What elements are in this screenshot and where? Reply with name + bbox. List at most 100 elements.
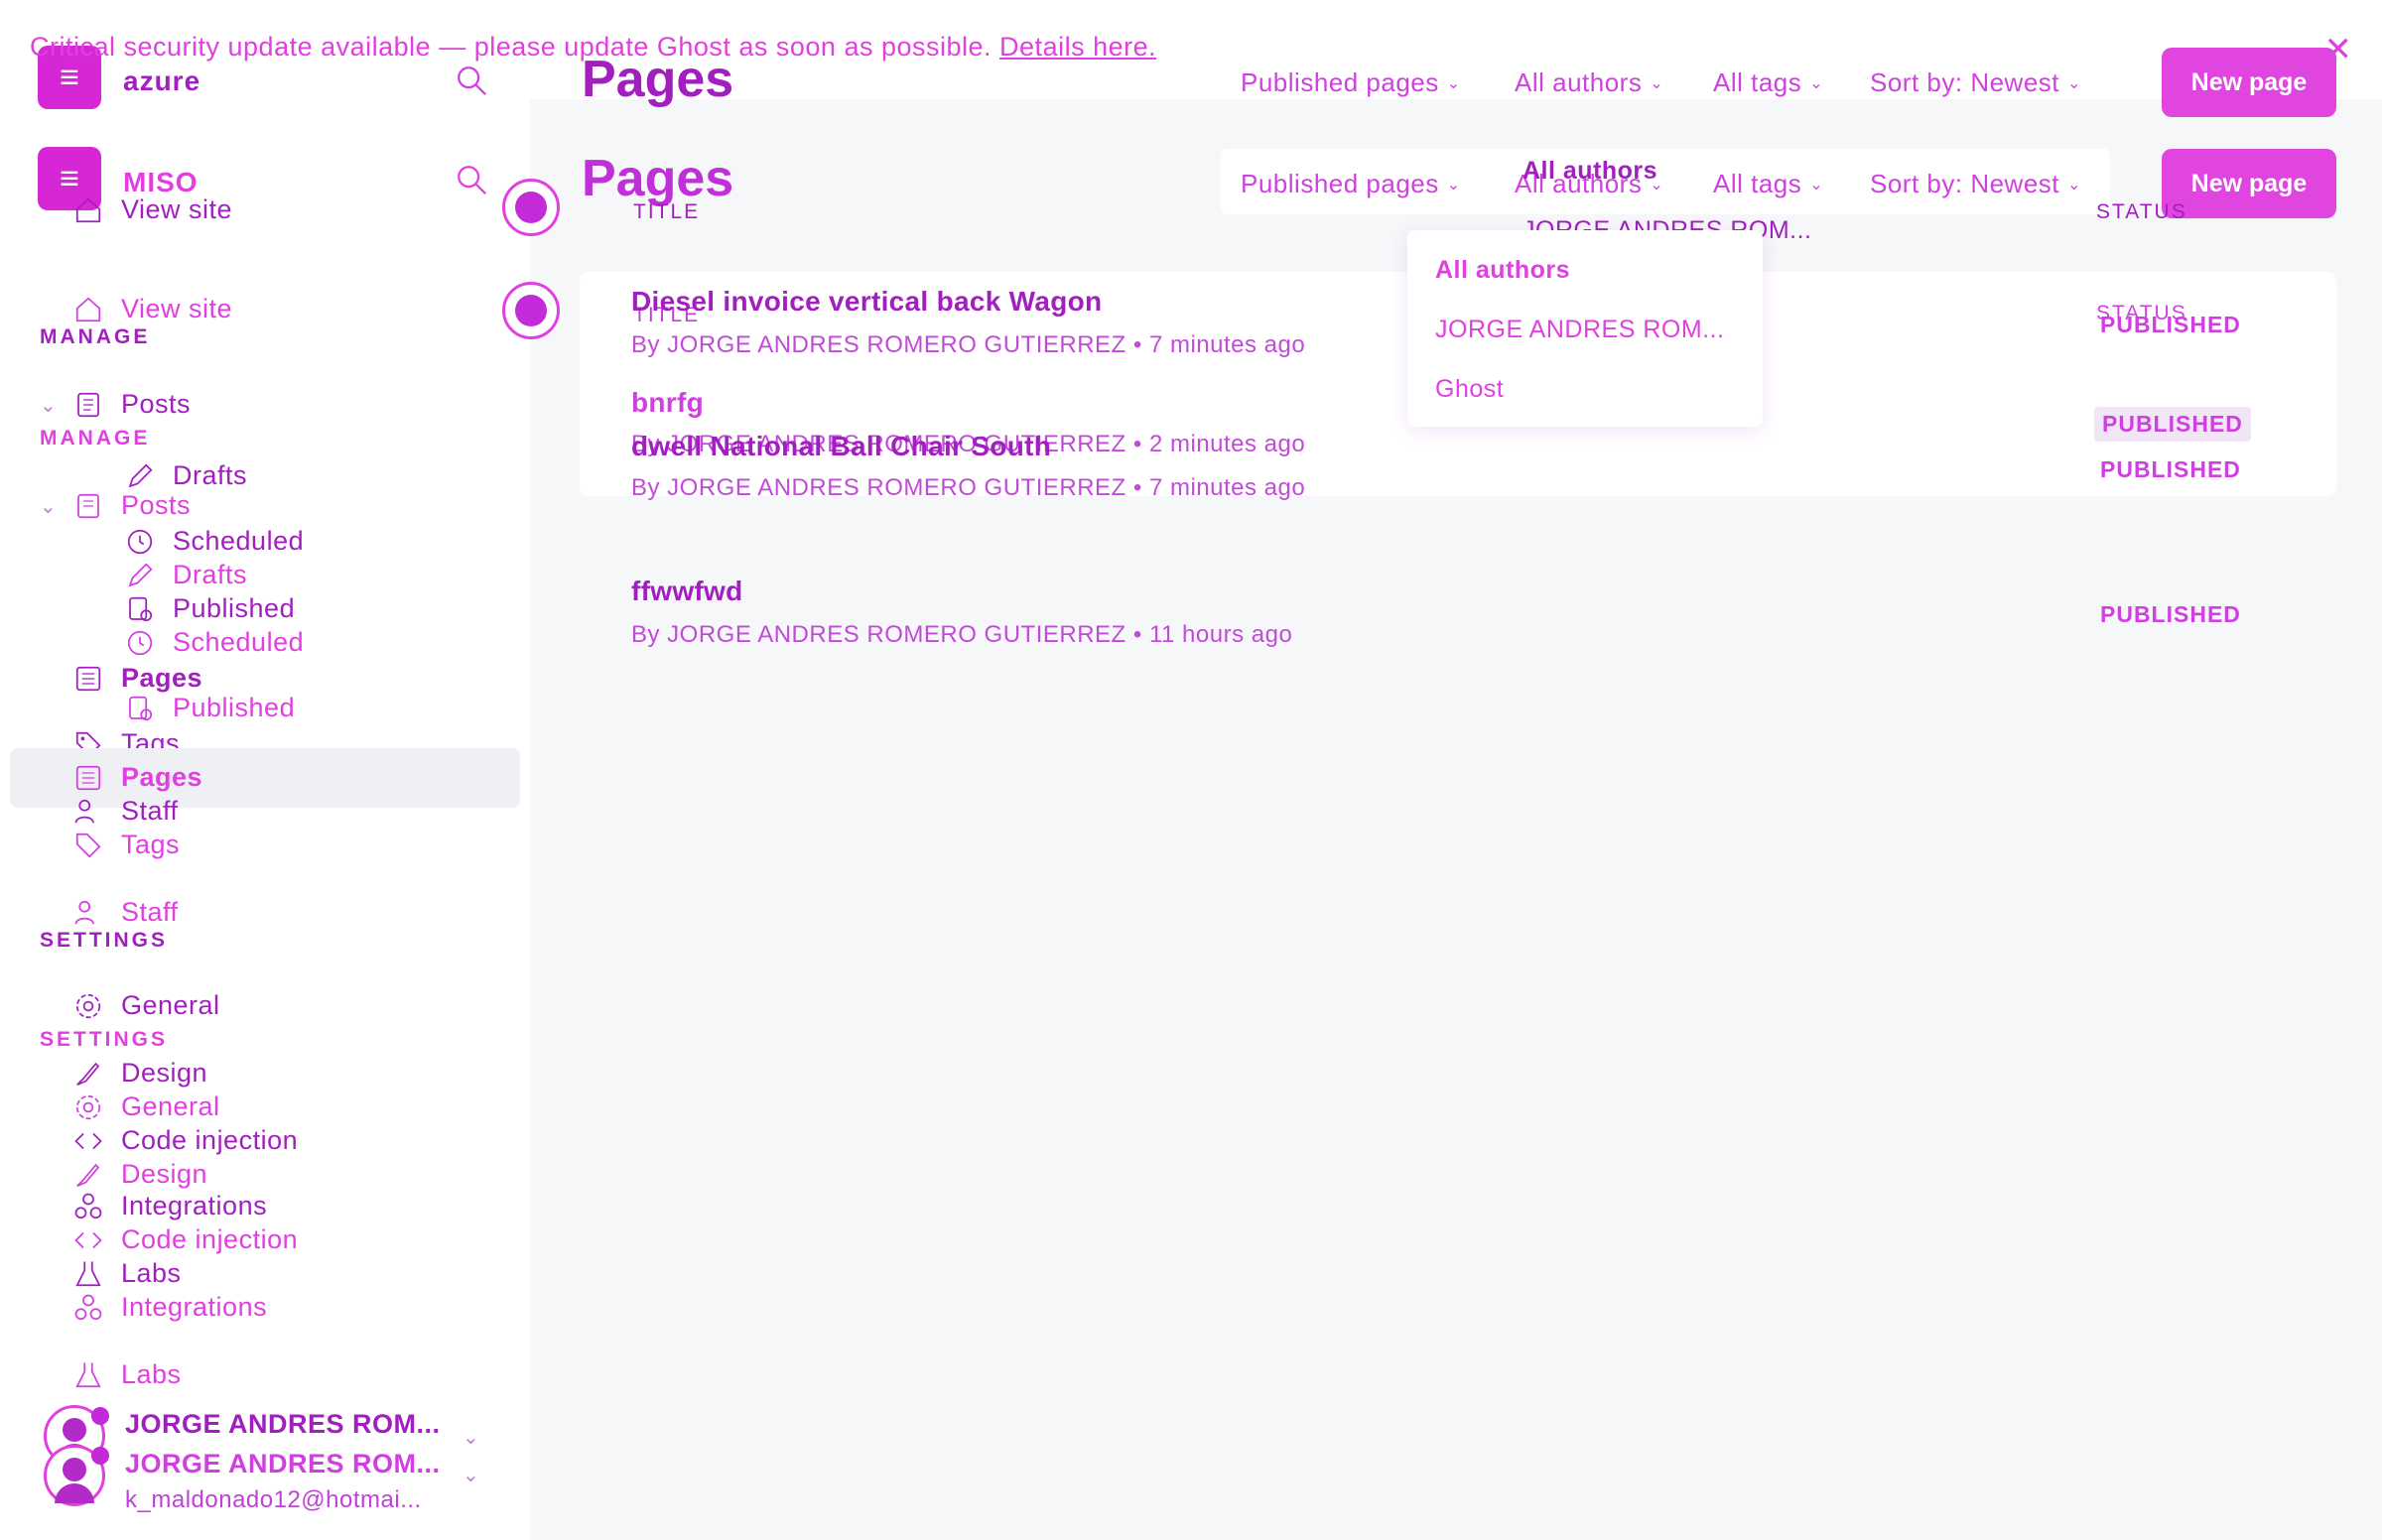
sidebar-item-pages[interactable]: Pages bbox=[73, 663, 202, 694]
sidebar-item-label: Scheduled bbox=[173, 526, 305, 556]
sidebar-item-label: Pages bbox=[121, 762, 203, 792]
new-page-button[interactable]: New page bbox=[2162, 149, 2336, 218]
tag-filter[interactable]: All tags ⌄ bbox=[1713, 67, 1823, 98]
help-button[interactable] bbox=[502, 179, 560, 236]
chevron-down-icon[interactable]: ⌄ bbox=[463, 1425, 479, 1450]
sidebar-item-label: Scheduled bbox=[173, 627, 305, 657]
gear-icon bbox=[75, 1094, 101, 1119]
sidebar-item-published[interactable]: Published bbox=[125, 593, 295, 624]
sidebar-item-design[interactable]: Design bbox=[73, 1159, 207, 1190]
sidebar-item-posts[interactable]: Posts bbox=[73, 389, 191, 420]
page-row-title[interactable]: dwell National Ball Chair South bbox=[631, 431, 1051, 462]
page-title: Pages bbox=[582, 51, 734, 108]
page-row-title[interactable]: ffwwfwd bbox=[631, 576, 743, 607]
home-icon bbox=[75, 297, 101, 321]
tag-filter[interactable]: All tags ⌄ bbox=[1713, 169, 1823, 199]
sort-filter[interactable]: Sort by: Newest ⌄ bbox=[1870, 169, 2081, 199]
staff-icon bbox=[74, 799, 94, 823]
sidebar-item-label: Drafts bbox=[173, 460, 248, 490]
sidebar-item-label: Tags bbox=[121, 830, 181, 859]
page-row-meta: By JORGE ANDRES ROMERO GUTIERREZ • 7 min… bbox=[631, 474, 1306, 501]
sidebar-item-drafts[interactable]: Drafts bbox=[125, 560, 247, 590]
user-name[interactable]: JORGE ANDRES ROM... bbox=[125, 1409, 441, 1440]
user-email: k_maldonado12@hotmai... bbox=[125, 1486, 422, 1513]
sidebar-item-label: Design bbox=[121, 1058, 208, 1088]
user-name[interactable]: JORGE ANDRES ROM... bbox=[125, 1449, 441, 1479]
new-page-button[interactable]: New page bbox=[2162, 48, 2336, 117]
tag-icon bbox=[75, 833, 101, 857]
sidebar-item-published[interactable]: Published bbox=[125, 693, 295, 723]
status-dot bbox=[91, 1407, 109, 1425]
sidebar-item-labs[interactable]: Labs bbox=[73, 1359, 182, 1390]
sidebar-item-drafts[interactable]: Drafts bbox=[125, 460, 247, 491]
sidebar-item-tags[interactable]: Tags bbox=[73, 830, 180, 860]
page-row-title[interactable]: bnrfg bbox=[631, 387, 704, 419]
sidebar-item-label: General bbox=[121, 1091, 220, 1121]
sidebar-item-label: Drafts bbox=[173, 560, 248, 589]
sidebar-item-label: Integrations bbox=[121, 1191, 268, 1220]
clock-icon bbox=[127, 529, 153, 554]
sidebar-item-code-injection[interactable]: Code injection bbox=[73, 1224, 298, 1255]
type-filter[interactable]: Published pages ⌄ bbox=[1241, 169, 1461, 199]
sidebar-item-scheduled[interactable]: Scheduled bbox=[125, 627, 304, 658]
pencil-icon bbox=[128, 463, 153, 487]
page-row-title[interactable]: Diesel invoice vertical back Wagon bbox=[631, 286, 1102, 318]
view-site-link[interactable]: View site bbox=[73, 294, 232, 324]
view-site-link[interactable]: View site bbox=[73, 194, 232, 225]
chevron-down-icon: ⌄ bbox=[2067, 74, 2081, 92]
filter-label: Sort by: Newest bbox=[1870, 67, 2060, 97]
banner-text: Critical security update available — ple… bbox=[30, 32, 992, 62]
banner-details-link[interactable]: Details here. bbox=[999, 32, 1156, 62]
sidebar-item-scheduled[interactable]: Scheduled bbox=[125, 526, 304, 557]
sidebar-item-integrations[interactable]: Integrations bbox=[73, 1191, 267, 1221]
sidebar-item-label: Published bbox=[173, 593, 296, 623]
sidebar-item-staff[interactable]: Staff bbox=[73, 796, 179, 827]
sidebar-item-labs[interactable]: Labs bbox=[73, 1258, 182, 1289]
sidebar-item-staff[interactable]: Staff bbox=[73, 897, 179, 928]
settings-section-label: SETTINGS bbox=[40, 1028, 169, 1051]
site-name: azure bbox=[123, 65, 201, 96]
sidebar-item-label: Code injection bbox=[121, 1125, 299, 1155]
gear-icon bbox=[75, 993, 101, 1018]
dropdown-option-author[interactable]: JORGE ANDRES ROM... bbox=[1435, 316, 1724, 344]
sidebar-item-label: Staff bbox=[121, 796, 179, 826]
sidebar-item-code-injection[interactable]: Code injection bbox=[73, 1125, 298, 1156]
view-site-label: View site bbox=[121, 194, 233, 224]
dropdown-option-all-authors[interactable]: All authors bbox=[1435, 256, 1570, 285]
search-icon[interactable] bbox=[455, 163, 488, 196]
chevron-down-icon: ⌄ bbox=[1446, 176, 1461, 193]
sidebar-item-general[interactable]: General bbox=[73, 990, 220, 1021]
chevron-down-icon: ⌄ bbox=[1446, 74, 1461, 92]
sidebar-item-pages[interactable]: Pages bbox=[73, 762, 202, 793]
sidebar-item-label: Labs bbox=[121, 1258, 182, 1288]
dropdown-option-ghost[interactable]: Ghost bbox=[1435, 375, 1504, 404]
chevron-down-icon[interactable]: ⌄ bbox=[40, 393, 57, 418]
sidebar-item-design[interactable]: Design bbox=[73, 1058, 207, 1089]
status-badge: PUBLISHED bbox=[2100, 456, 2241, 482]
sidebar-item-general[interactable]: General bbox=[73, 1091, 220, 1122]
chevron-down-icon: ⌄ bbox=[1809, 176, 1824, 193]
chevron-down-icon: ⌄ bbox=[1809, 74, 1824, 92]
chevron-down-icon[interactable]: ⌄ bbox=[40, 494, 57, 519]
pages-icon bbox=[75, 666, 101, 691]
page-title: Pages bbox=[582, 150, 734, 207]
published-icon bbox=[129, 596, 153, 621]
brush-icon bbox=[76, 1163, 100, 1187]
status-badge: PUBLISHED bbox=[2094, 407, 2251, 442]
type-filter[interactable]: Published pages ⌄ bbox=[1241, 67, 1461, 98]
author-filter[interactable]: All authors ⌄ bbox=[1515, 67, 1663, 98]
search-icon[interactable] bbox=[455, 64, 488, 97]
column-header-status: STATUS bbox=[2096, 200, 2187, 223]
filter-label: All tags bbox=[1713, 67, 1802, 97]
chevron-down-icon[interactable]: ⌄ bbox=[463, 1463, 479, 1487]
sidebar-item-posts[interactable]: Posts bbox=[73, 490, 191, 521]
sidebar-item-label: General bbox=[121, 990, 220, 1020]
help-button[interactable] bbox=[502, 282, 560, 339]
sidebar-item-integrations[interactable]: Integrations bbox=[73, 1292, 267, 1323]
clock-icon bbox=[127, 630, 153, 655]
sidebar-item-label: Design bbox=[121, 1159, 208, 1189]
sidebar-item-label: Posts bbox=[121, 490, 192, 520]
dropdown-option-all-authors[interactable]: All authors bbox=[1522, 157, 1657, 186]
sort-filter[interactable]: Sort by: Newest ⌄ bbox=[1870, 67, 2081, 98]
page-row-meta: By JORGE ANDRES ROMERO GUTIERREZ • 7 min… bbox=[631, 331, 1306, 358]
